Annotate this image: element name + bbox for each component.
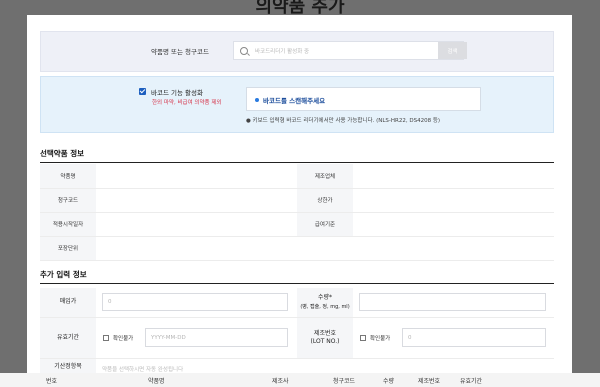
info-label: 약품명 bbox=[40, 164, 96, 189]
column-quantity: 수량 bbox=[383, 378, 395, 385]
lot-label-sub: (LOT NO.) bbox=[310, 338, 340, 345]
table-row: 적용시작일자 급여기준 bbox=[40, 212, 554, 237]
info-label: 포장단위 bbox=[40, 236, 96, 261]
additional-info-form: 매입가 0 수량* (병, 캡슐, 정, mg, ml) 유효기간 확인불가 YY… bbox=[40, 288, 554, 373]
quantity-input[interactable] bbox=[359, 293, 546, 311]
barcode-scan-prompt: 바코드를 스캔해주세요 bbox=[263, 97, 326, 105]
purchase-price-input[interactable]: 0 bbox=[102, 293, 288, 311]
background-table-header: 번호 약품명 제조사 청구코드 수량 제조번호 유효기간 bbox=[0, 373, 600, 387]
info-label: 적용시작일자 bbox=[40, 212, 96, 237]
search-label: 약품명 또는 청구코드 bbox=[151, 48, 209, 56]
lot-label-text: 제조번호 bbox=[313, 329, 337, 337]
memo-hint: 약품을 선택하시면 자동 완성됩니다 bbox=[102, 367, 184, 373]
form-row: 매입가 0 수량* (병, 캡슐, 정, mg, ml) bbox=[40, 288, 554, 318]
lot-unknown-checkbox[interactable] bbox=[360, 335, 366, 341]
expiry-unknown-checkbox[interactable] bbox=[103, 335, 109, 341]
info-label: 청구코드 bbox=[40, 188, 96, 213]
form-row: 유효기간 확인불가 YYYY-MM-DD 제조번호 (LOT NO.) 확인불가 … bbox=[40, 318, 554, 359]
column-lot: 제조번호 bbox=[418, 378, 441, 385]
memo-label: 기산정항목 bbox=[40, 359, 96, 373]
lot-unknown-label[interactable]: 확인불가 bbox=[370, 334, 390, 342]
table-row: 약품명 제조업체 bbox=[40, 164, 554, 189]
barcode-enable-checkbox[interactable] bbox=[139, 88, 146, 95]
search-button[interactable]: 검색 bbox=[438, 42, 467, 59]
expiry-unknown-label[interactable]: 확인불가 bbox=[113, 334, 133, 342]
barcode-scan-field[interactable]: 바코드를 스캔해주세요 bbox=[246, 87, 481, 111]
search-input[interactable]: 바코드리더기 활성화 중 bbox=[233, 41, 464, 60]
section-divider bbox=[40, 162, 554, 163]
table-row: 포장단위 bbox=[40, 236, 554, 261]
selected-drug-title: 선택약품 정보 bbox=[40, 149, 85, 158]
column-number: 번호 bbox=[46, 378, 58, 385]
barcode-panel: 바코드 기능 활성화 한외 마약, 비급여 의약품 제외 바코드를 스캔해주세요… bbox=[40, 76, 554, 133]
info-value bbox=[353, 164, 554, 189]
info-value bbox=[353, 188, 554, 213]
barcode-note: ● 키보드 입력형 바코드 리더기에서만 사용 가능합니다. (NLS-HR22… bbox=[246, 118, 441, 124]
lot-number-label: 제조번호 (LOT NO.) bbox=[297, 318, 353, 358]
add-drug-modal: 약품명 또는 청구코드 바코드리더기 활성화 중 검색 바코드 기능 활성화 한… bbox=[27, 15, 572, 373]
info-label: 급여기준 bbox=[297, 212, 353, 237]
info-label: 제조업체 bbox=[297, 164, 353, 189]
info-value bbox=[96, 164, 297, 189]
scan-indicator-icon bbox=[255, 98, 259, 102]
column-expiry: 유효기간 bbox=[460, 378, 483, 385]
quantity-label: 수량* (병, 캡슐, 정, mg, ml) bbox=[297, 288, 353, 317]
column-claim-code: 청구코드 bbox=[333, 378, 356, 385]
info-value bbox=[96, 212, 297, 237]
barcode-enable-label[interactable]: 바코드 기능 활성화 bbox=[151, 87, 203, 97]
lot-number-input[interactable]: 0 bbox=[402, 328, 546, 347]
info-value bbox=[96, 188, 297, 213]
additional-info-title: 추가 입력 정보 bbox=[40, 270, 87, 279]
expiry-label: 유효기간 bbox=[40, 318, 96, 358]
info-label: 상한가 bbox=[297, 188, 353, 213]
search-icon bbox=[240, 47, 248, 55]
table-row: 청구코드 상한가 bbox=[40, 188, 554, 213]
column-manufacturer: 제조사 bbox=[272, 378, 289, 385]
info-value bbox=[353, 212, 554, 237]
search-placeholder: 바코드리더기 활성화 중 bbox=[255, 49, 310, 55]
expiry-date-input[interactable]: YYYY-MM-DD bbox=[145, 328, 288, 347]
column-drug-name: 약품명 bbox=[148, 378, 165, 385]
info-value bbox=[96, 236, 554, 261]
quantity-label-text: 수량* bbox=[317, 294, 333, 302]
section-divider bbox=[40, 283, 554, 284]
purchase-price-label: 매입가 bbox=[40, 288, 96, 317]
form-row: 기산정항목 약품을 선택하시면 자동 완성됩니다 bbox=[40, 359, 554, 373]
quantity-unit-hint: (병, 캡슐, 정, mg, ml) bbox=[300, 303, 350, 310]
selected-drug-table: 약품명 제조업체 청구코드 상한가 적용시작일자 급여기준 포장단위 bbox=[40, 164, 554, 261]
barcode-warning: 한외 마약, 비급여 의약품 제외 bbox=[152, 100, 222, 106]
search-panel: 약품명 또는 청구코드 바코드리더기 활성화 중 검색 bbox=[40, 31, 554, 72]
